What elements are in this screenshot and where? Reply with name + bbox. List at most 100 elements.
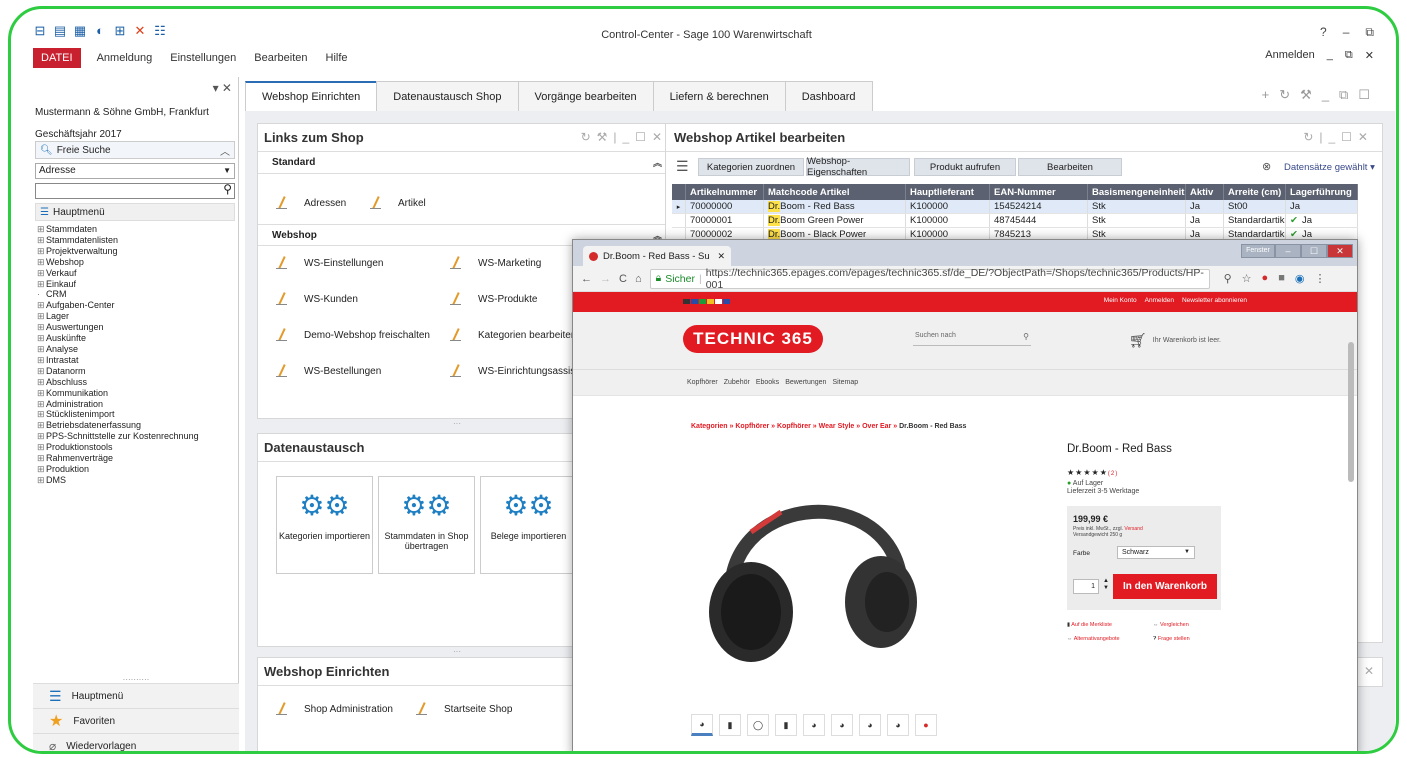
- tree-item[interactable]: ⊞Aufgaben-Center: [37, 300, 199, 311]
- browser-scrollbar[interactable]: [1348, 342, 1354, 482]
- maximize-icon[interactable]: ☐: [1358, 87, 1370, 103]
- tree-item[interactable]: ⊞Produktionstools: [37, 442, 199, 453]
- signin-button[interactable]: Anmelden: [1265, 49, 1315, 62]
- tree-item[interactable]: ⊞Projektverwaltung: [37, 246, 199, 257]
- tree-item[interactable]: ⊞Administration: [37, 399, 199, 410]
- thumbnail[interactable]: ◕: [691, 714, 713, 736]
- frage-stellen-link[interactable]: ❓︎ Frage stellen: [1153, 636, 1239, 643]
- restore-icon[interactable]: ⧉: [1365, 25, 1374, 40]
- thumbnail[interactable]: ▮: [719, 714, 741, 736]
- link-ws-produkte[interactable]: WS-Produkte: [450, 292, 537, 306]
- link-artikel[interactable]: Artikel: [370, 196, 426, 210]
- nav-zubehoer[interactable]: Zubehör: [724, 379, 750, 386]
- tab-webshop-einrichten[interactable]: Webshop Einrichten: [245, 81, 378, 111]
- splitter-handle[interactable]: ···: [453, 419, 461, 428]
- splitter-handle[interactable]: ···: [453, 647, 461, 656]
- link-kategorien-bearbeiten[interactable]: Kategorien bearbeiten: [450, 328, 576, 342]
- extension-icon[interactable]: ◉: [1295, 272, 1305, 285]
- product-rating[interactable]: ★★★★★(2): [1067, 468, 1118, 477]
- link-startseite-shop[interactable]: Startseite Shop: [416, 702, 512, 716]
- shop-cart[interactable]: 🛒︎ Ihr Warenkorb ist leer.: [1129, 332, 1221, 349]
- tree-item[interactable]: ⊞Webshop: [37, 257, 199, 268]
- tree-root[interactable]: ☰ Hauptmenü: [35, 203, 235, 221]
- extension-icon[interactable]: ●: [1262, 272, 1269, 285]
- wrench-icon[interactable]: ⚒: [1300, 87, 1312, 103]
- tree-item[interactable]: ⊞Analyse: [37, 344, 199, 355]
- close-icon[interactable]: ✕: [1364, 664, 1374, 678]
- col-arreite[interactable]: Arreite (cm): [1224, 184, 1286, 200]
- selection-dropdown[interactable]: Datensätze gewählt ▾: [1284, 162, 1375, 173]
- tree-item[interactable]: ⊞Datanorm: [37, 366, 199, 377]
- tree-item[interactable]: ⊞DMS: [37, 475, 199, 486]
- tree-item[interactable]: ⊞Stammdatenlisten: [37, 235, 199, 246]
- thumbnail[interactable]: ●: [915, 714, 937, 736]
- tree-item[interactable]: ⊞Verkauf: [37, 268, 199, 279]
- tab-datenaustausch-shop[interactable]: Datenaustausch Shop: [376, 81, 519, 111]
- tree-item[interactable]: ⊞PPS-Schnittstelle zur Kostenrechnung: [37, 431, 199, 442]
- link-anmelden[interactable]: Anmelden: [1145, 297, 1174, 304]
- browser-tab[interactable]: Dr.Boom - Red Bass - Su ✕: [583, 246, 731, 266]
- search-input[interactable]: ⚲: [35, 182, 235, 199]
- tree-item[interactable]: ⊞Lager: [37, 311, 199, 322]
- chevron-up-icon[interactable]: ︿: [220, 143, 230, 158]
- col-basismengeneinheit[interactable]: Basismengeneinheit: [1088, 184, 1186, 200]
- link-demo-webshop[interactable]: Demo-Webshop freischalten: [276, 328, 430, 342]
- menu-bearbeiten[interactable]: Bearbeiten: [252, 49, 309, 67]
- nav-hauptmenu[interactable]: ☰ Hauptmenü: [33, 683, 239, 708]
- thumbnail[interactable]: ▮: [775, 714, 797, 736]
- add-to-cart-button[interactable]: In den Warenkorb: [1113, 574, 1217, 599]
- close-icon[interactable]: ✕: [1327, 244, 1353, 258]
- tree-item[interactable]: · CRM: [37, 289, 199, 300]
- link-adressen[interactable]: Adressen: [276, 196, 346, 210]
- minimize-icon[interactable]: –: [1343, 25, 1350, 40]
- nav-wiedervorlagen[interactable]: ⌀ Wiedervorlagen: [33, 733, 239, 751]
- link-ws-einstellungen[interactable]: WS-Einstellungen: [276, 256, 383, 270]
- menu-hilfe[interactable]: Hilfe: [324, 49, 350, 67]
- crumb-item[interactable]: Kategorien: [691, 423, 728, 430]
- tile-kategorien-importieren[interactable]: ⚙⚙ Kategorien importieren: [276, 476, 373, 574]
- refresh-icon[interactable]: ↻: [1279, 87, 1290, 103]
- crumb-item[interactable]: Kopfhörer: [777, 423, 811, 430]
- menu-anmeldung[interactable]: Anmeldung: [95, 49, 155, 67]
- col-aktiv[interactable]: Aktiv: [1186, 184, 1224, 200]
- bearbeiten-button[interactable]: Bearbeiten: [1018, 158, 1122, 176]
- more-menu-icon[interactable]: ⋮: [1314, 272, 1325, 285]
- nav-ebooks[interactable]: Ebooks: [756, 379, 779, 386]
- link-mein-konto[interactable]: Mein Konto: [1104, 297, 1137, 304]
- tree-item[interactable]: ⊞Stammdaten: [37, 224, 199, 235]
- restore-icon[interactable]: ⧉: [1339, 87, 1348, 103]
- tree-item[interactable]: ⊞Produktion: [37, 464, 199, 475]
- collapse-icon[interactable]: ︽: [653, 156, 662, 169]
- col-matchcode[interactable]: Matchcode Artikel: [764, 184, 906, 200]
- free-search-header[interactable]: 🔍︎ Freie Suche ︿: [35, 141, 235, 159]
- back-icon[interactable]: ←: [581, 273, 592, 285]
- menu-einstellungen[interactable]: Einstellungen: [168, 49, 238, 67]
- tree-item[interactable]: ⊞Intrastat: [37, 355, 199, 366]
- help-button[interactable]: ?: [1320, 25, 1327, 40]
- extension-icon[interactable]: ■: [1278, 272, 1285, 285]
- tile-stammdaten-uebertragen[interactable]: ⚙⚙ Stammdaten in Shop übertragen: [378, 476, 475, 574]
- crumb-item[interactable]: Kopfhörer: [735, 423, 769, 430]
- search-icon[interactable]: ⚲: [223, 182, 232, 196]
- thumbnail[interactable]: ◕: [803, 714, 825, 736]
- panel-pin-close-icon[interactable]: ▾ ✕: [213, 81, 232, 95]
- col-lagerfuehrung[interactable]: Lagerführung: [1286, 184, 1358, 200]
- clear-filter-icon[interactable]: ⊗: [1262, 160, 1271, 173]
- tree-item[interactable]: ⊞Rahmenverträge: [37, 453, 199, 464]
- panel-controls[interactable]: ↻|_☐✕: [1303, 130, 1374, 144]
- nav-sitemap[interactable]: Sitemap: [832, 379, 858, 386]
- reload-icon[interactable]: C: [619, 273, 627, 285]
- minimize-icon[interactable]: _: [1322, 87, 1329, 103]
- zoom-icon[interactable]: ⚲: [1224, 272, 1232, 285]
- tree-item[interactable]: ⊞Auskünfte: [37, 333, 199, 344]
- link-ws-marketing[interactable]: WS-Marketing: [450, 256, 541, 270]
- add-icon[interactable]: +: [1262, 87, 1270, 103]
- home-icon[interactable]: ⌂: [635, 273, 642, 285]
- merkliste-link[interactable]: ▮ Auf die Merkliste: [1067, 622, 1153, 628]
- col-hauptlieferant[interactable]: Hauptlieferant: [906, 184, 990, 200]
- tree-item[interactable]: ⊞Stücklistenimport: [37, 409, 199, 420]
- crumb-item[interactable]: Wear Style: [819, 423, 855, 430]
- menu-datei[interactable]: DATEI: [33, 48, 81, 68]
- panel-controls[interactable]: ↻⚒|_☐✕: [581, 130, 668, 144]
- minimize-icon[interactable]: _: [1327, 49, 1333, 62]
